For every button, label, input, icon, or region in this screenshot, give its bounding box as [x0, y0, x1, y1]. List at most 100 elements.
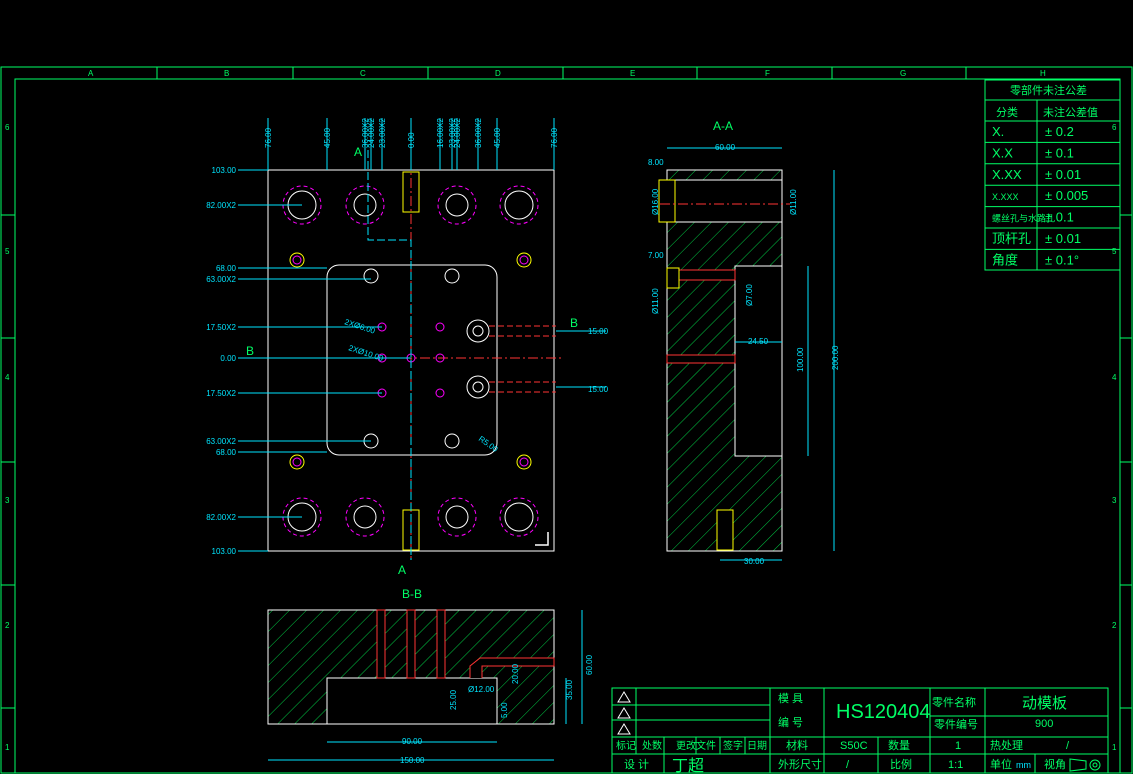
grid-row-label: 3: [1112, 496, 1117, 505]
corner-mark: [535, 532, 549, 546]
qty-label: 数量: [888, 739, 910, 752]
revision-header: 日期: [747, 740, 767, 752]
bb-slot-3: [436, 609, 446, 679]
left-dim: 103.00: [212, 547, 237, 556]
guide-hole: [345, 497, 385, 537]
grid-row-label: 5: [5, 247, 10, 256]
top-dim: 76.00: [550, 127, 559, 148]
top-dim: 76.00: [264, 127, 273, 148]
water-hole: [466, 319, 490, 343]
grid-row-label: 5: [1112, 247, 1117, 256]
mold-no-label-2: 编 号: [778, 715, 803, 729]
plan-view: A A B B 103.0082.00X268.0063.00X217.50X2…: [206, 118, 608, 577]
title-block-text: 模 具 编 号 HS120404 零件名称 动模板 零件编号 900 标记 处数 更…: [616, 691, 1101, 774]
section-aa-view: A-A 60.00 200.00 8.00 Ø16.00 Ø11.00 7.00…: [648, 119, 840, 566]
grid-row-label: 6: [5, 123, 10, 132]
part-no-value: 900: [1035, 718, 1053, 730]
part-name-label: 零件名称: [932, 695, 976, 709]
grid-column-labels: A B C D E F G H: [88, 67, 1046, 79]
aa-d1-dim: Ø16.00: [651, 188, 660, 215]
tolerance-table: 零部件未注公差 分类 未注公差值 X. ± 0.2 X.X ± 0.1 X.XX ± 0.…: [984, 79, 1121, 271]
bb-h2-dim: 35.00: [565, 679, 574, 700]
top-dim: 0.00: [407, 132, 416, 148]
bb-w1-dim: 90.00: [402, 737, 423, 746]
guide-hole: [499, 497, 539, 537]
aa-d4-dim: Ø7.00: [745, 284, 754, 306]
section-aa-title: A-A: [713, 119, 733, 133]
scale-value: 1:1: [948, 759, 963, 771]
grid-row-label: 3: [5, 496, 10, 505]
guide-hole: [499, 185, 539, 225]
grid-row-label: 2: [5, 621, 10, 630]
tolerance-value: ± 0.1°: [1045, 252, 1079, 267]
revision-header: 签字: [723, 739, 743, 752]
grid-col-label: B: [224, 69, 229, 78]
section-bb-view: B-B 60.00 35.00 Ø12.00 25.00 5.00 20.00 …: [267, 587, 594, 765]
left-dim: 103.00: [212, 166, 237, 175]
tolerance-class: 角度: [992, 252, 1018, 267]
aa-t1-dim: 8.00: [648, 158, 664, 167]
left-dim: 0.00: [220, 354, 236, 363]
plan-top-dimensions: 76.00 45.00 36.00X224.00X2 23.00X2 0.00 16.00…: [264, 118, 559, 170]
grid-col-label: G: [900, 69, 906, 78]
grid-row-label: 4: [5, 373, 10, 382]
unit-label: 单位: [990, 757, 1012, 771]
heat-value: /: [1066, 740, 1070, 752]
aa-t2-dim: 7.00: [648, 251, 664, 260]
tolerance-class: X.XX: [992, 167, 1022, 182]
top-dim: 36.00X2: [474, 118, 483, 148]
bb-h1-dim: 60.00: [585, 654, 594, 675]
revision-header: 更改文件: [676, 739, 716, 752]
tolerance-value: ± 0.01: [1045, 167, 1081, 182]
aa-height-dim: 200.00: [831, 345, 840, 370]
tolerance-class: X.: [992, 124, 1004, 139]
inner-dim: 2XØ10.00: [347, 343, 385, 363]
section-bb-title: B-B: [402, 587, 422, 601]
mold-no-label: 模 具: [778, 692, 803, 705]
designer-value: 丁超: [672, 757, 704, 774]
tolerance-value: ± 0.01: [1045, 231, 1081, 246]
section-b-right-label: B: [570, 316, 578, 330]
qty-value: 1: [955, 740, 961, 752]
water-hole: [466, 375, 490, 399]
aa-pocket: [734, 265, 783, 457]
screw-hole: [289, 454, 305, 470]
size-value: /: [846, 759, 850, 771]
cad-drawing-sheet: ABCDEFGH 6 65 54 43 32 21 1 A A B B 103.…: [0, 66, 1133, 774]
tolerance-value: ± 0.005: [1045, 188, 1088, 203]
aa-top-bore: [666, 179, 783, 223]
water-channel-lines: [489, 325, 556, 393]
drawing-frame: [0, 66, 1133, 774]
screw-hole: [289, 252, 305, 268]
plan-inner-dimensions: 2XØ6.00 2XØ10.00 R5.00: [343, 317, 500, 454]
projection-symbol-icon: [1069, 758, 1101, 772]
inner-dim: R5.00: [477, 434, 500, 454]
size-label: 外形尺寸: [778, 757, 822, 771]
top-dim: 24.00X2: [367, 118, 376, 148]
mold-no-value: HS120404: [836, 701, 931, 723]
grid-row-label: 2: [1112, 621, 1117, 630]
left-dim: 68.00: [216, 264, 237, 273]
bb-d3-dim: 5.00: [500, 702, 509, 718]
grid-row-labels: 6 6 5 5 4 4 3 3 2 2 1 1: [1, 123, 1132, 752]
grid-col-label: D: [495, 69, 501, 78]
scale-label: 比例: [890, 757, 912, 771]
grid-col-label: A: [88, 69, 94, 78]
section-b-left-label: B: [246, 344, 254, 358]
part-name-value: 动模板: [1022, 694, 1067, 712]
left-dim: 17.50X2: [206, 323, 236, 332]
bb-d1-dim: Ø12.00: [468, 685, 495, 694]
plan-right-dimensions: 15.00 15.00: [556, 327, 609, 394]
pocket-hole: [363, 268, 379, 284]
aa-counterbore-2: [666, 267, 680, 289]
tolerance-value: ± 0.2: [1045, 124, 1074, 139]
heat-label: 热处理: [990, 739, 1023, 752]
left-dim: 63.00X2: [206, 437, 236, 446]
ejector-hole: [435, 388, 445, 398]
tolerance-title: 零部件未注公差: [1010, 83, 1087, 97]
left-dim: 63.00X2: [206, 275, 236, 284]
tolerance-rows: X. ± 0.2X.X ± 0.1X.XX ± 0.01X.XXX ± 0.005螺丝孔…: [985, 120, 1120, 267]
tolerance-class: X.X: [992, 145, 1013, 160]
screw-hole: [516, 454, 532, 470]
inner-dim: 2XØ6.00: [343, 317, 376, 335]
